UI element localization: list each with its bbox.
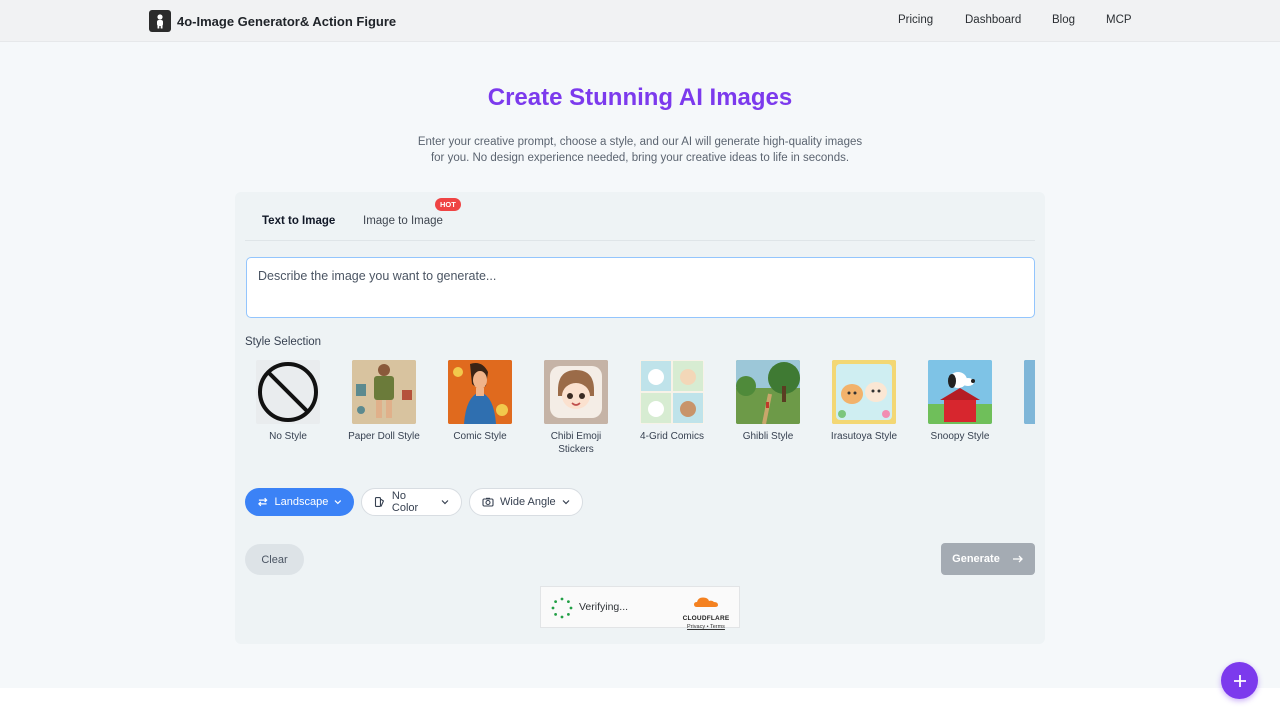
- camera-icon: [482, 497, 494, 507]
- style-name: Comic Style: [453, 431, 507, 442]
- color-dropdown[interactable]: No Color: [361, 488, 462, 516]
- aspect-ratio-dropdown[interactable]: Landscape: [245, 488, 354, 516]
- chevron-down-icon: [334, 500, 342, 505]
- style-name: Irasutoya Style: [830, 431, 898, 442]
- brand-name: 4o-Image Generator& Action Figure: [177, 13, 397, 29]
- style-option-4-grid-comics[interactable]: 4-Grid Comics: [628, 360, 716, 443]
- prompt-field: [246, 257, 1035, 318]
- cloudflare-cloud-icon: [694, 597, 718, 607]
- generator-card: Text to Image Image to Image HOT Style S…: [235, 192, 1045, 644]
- tab-text-to-image[interactable]: Text to Image: [262, 215, 335, 227]
- page-title: Create Stunning AI Images: [487, 84, 793, 111]
- style-option-chibi-emoji[interactable]: Chibi Emoji Stickers: [532, 360, 620, 456]
- style-option-partial[interactable]: A: [1012, 360, 1035, 443]
- clear-button[interactable]: Clear: [245, 544, 304, 575]
- tab-image-to-image[interactable]: Image to Image: [363, 215, 443, 227]
- style-option-snoopy[interactable]: Snoopy Style: [916, 360, 1004, 443]
- paper-doll-thumbnail: [352, 360, 416, 424]
- lens-dropdown[interactable]: Wide Angle: [469, 488, 583, 516]
- generate-label: Generate: [952, 553, 1000, 565]
- no-style-icon: [256, 360, 320, 424]
- spinner-icon: [551, 597, 573, 619]
- style-name: A: [1012, 430, 1035, 443]
- hot-badge: HOT: [435, 198, 461, 211]
- cloudflare-branding: CLOUDFLARE Privacy • Terms: [680, 595, 732, 630]
- lens-label: Wide Angle: [500, 496, 556, 508]
- arrow-right-icon: [1012, 555, 1023, 563]
- comic-thumbnail: [448, 360, 512, 424]
- palette-icon: [374, 496, 385, 508]
- style-name: No Style: [269, 431, 307, 442]
- nav-dashboard[interactable]: Dashboard: [965, 14, 1021, 26]
- style-name: Paper Doll Style: [348, 431, 420, 442]
- color-label: No Color: [391, 490, 419, 514]
- nav-blog[interactable]: Blog: [1052, 14, 1075, 26]
- page-subtitle: Enter your creative prompt, choose a sty…: [417, 136, 863, 164]
- plus-icon: [1233, 674, 1246, 687]
- prompt-input[interactable]: [247, 258, 1034, 317]
- generate-button[interactable]: Generate: [941, 543, 1035, 575]
- nav-mcp[interactable]: MCP: [1106, 14, 1132, 26]
- chibi-thumbnail: [544, 360, 608, 424]
- captcha-status: Verifying...: [579, 601, 629, 613]
- cloudflare-wordmark: CLOUDFLARE: [682, 615, 730, 622]
- style-option-no-style[interactable]: No Style: [245, 360, 332, 443]
- ghibli-thumbnail: [736, 360, 800, 424]
- captcha-links[interactable]: Privacy • Terms: [680, 624, 732, 630]
- irasutoya-thumbnail: [832, 360, 896, 424]
- style-name: Snoopy Style: [930, 431, 990, 442]
- captcha-widget: Verifying... CLOUDFLARE Privacy • Terms: [540, 586, 740, 630]
- style-name: Chibi Emoji Stickers: [550, 431, 602, 455]
- style-carousel: No Style Paper Doll Style Comic Style Ch…: [245, 360, 1035, 460]
- chevron-down-icon: [441, 500, 449, 505]
- partial-style-thumbnail: [1024, 360, 1035, 424]
- chevron-down-icon: [562, 500, 570, 505]
- floating-add-button[interactable]: [1221, 662, 1258, 699]
- tab-divider: [245, 240, 1035, 241]
- aspect-ratio-label: Landscape: [274, 496, 329, 508]
- brand[interactable]: 4o-Image Generator& Action Figure: [149, 10, 396, 32]
- snoopy-thumbnail: [928, 360, 992, 424]
- style-name: 4-Grid Comics: [640, 431, 704, 442]
- swap-icon: [258, 497, 268, 507]
- logo-icon: [149, 10, 171, 32]
- style-option-paper-doll[interactable]: Paper Doll Style: [340, 360, 428, 443]
- style-selection-label: Style Selection: [245, 336, 322, 348]
- footer-band: [0, 688, 1280, 720]
- nav-pricing[interactable]: Pricing: [898, 14, 933, 26]
- style-name: Ghibli Style: [742, 431, 794, 442]
- style-option-irasutoya[interactable]: Irasutoya Style: [820, 360, 908, 443]
- style-option-ghibli[interactable]: Ghibli Style: [724, 360, 812, 443]
- top-navbar: 4o-Image Generator& Action Figure Pricin…: [0, 0, 1280, 42]
- grid-comics-thumbnail: [640, 360, 704, 424]
- style-option-comic[interactable]: Comic Style: [436, 360, 524, 443]
